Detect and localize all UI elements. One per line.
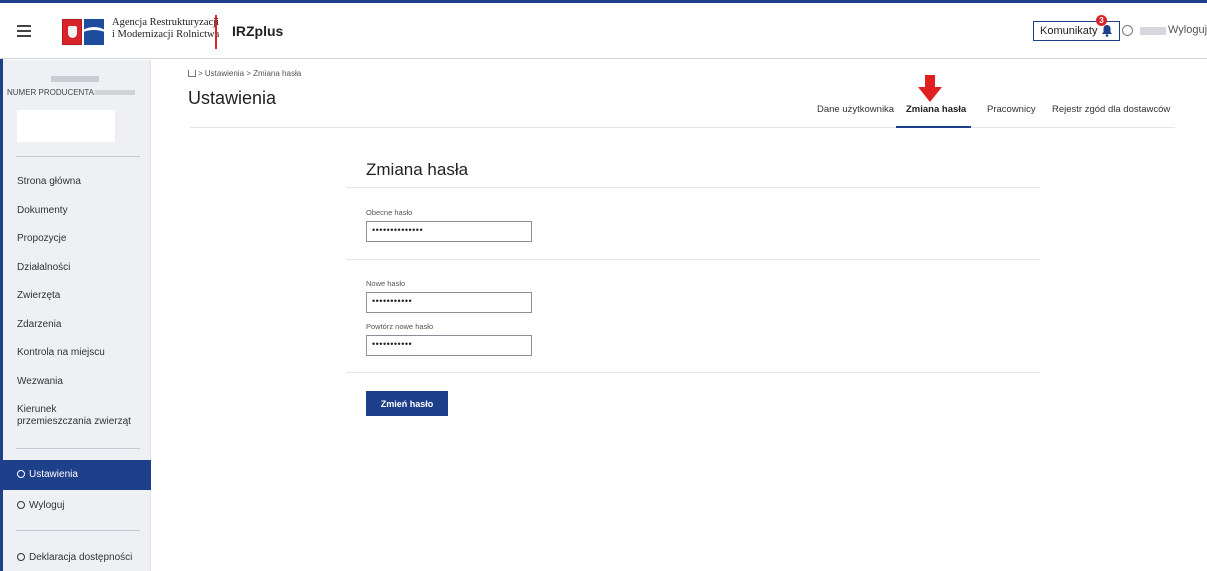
arimr-logo[interactable]	[62, 19, 104, 47]
sidebar-item-label: Ustawienia	[29, 469, 78, 480]
sidebar-divider	[16, 448, 140, 449]
top-header: Agencja Restrukturyzacji i Modernizacji …	[0, 3, 1207, 59]
eagle-emblem-icon	[62, 19, 82, 45]
sidebar-item-label: Deklaracja dostępności	[29, 552, 133, 563]
agency-name: Agencja Restrukturyzacji i Modernizacji …	[112, 17, 219, 41]
sidebar-divider	[16, 530, 140, 531]
home-icon[interactable]	[188, 70, 196, 77]
new-password-field[interactable]: •••••••••••	[366, 292, 532, 313]
komunikaty-button[interactable]: Komunikaty	[1033, 21, 1121, 41]
tab-dane-uzytkownika[interactable]: Dane użytkownika	[817, 104, 894, 115]
sidebar-item-strona-glowna[interactable]: Strona główna	[3, 176, 151, 188]
section-divider	[346, 259, 1040, 260]
header-logout-link[interactable]: Wyloguj	[1166, 24, 1207, 36]
section-divider	[346, 372, 1040, 373]
section-divider	[346, 187, 1040, 188]
accessibility-icon	[17, 553, 25, 561]
tab-rejestr-zgod[interactable]: Rejestr zgód dla dostawców	[1052, 104, 1170, 115]
komunikaty-label: Komunikaty	[1040, 25, 1098, 37]
tab-pracownicy[interactable]: Pracownicy	[987, 104, 1036, 115]
repeat-password-label: Powtórz nowe hasło	[366, 322, 434, 331]
agency-name-line1: Agencja Restrukturyzacji	[112, 17, 219, 28]
notification-badge: 3	[1096, 15, 1107, 26]
sidebar-item-dzialalnosci[interactable]: Działalności	[3, 262, 151, 274]
menu-hamburger-icon[interactable]	[17, 25, 31, 37]
user-name-redacted	[51, 76, 99, 82]
sidebar-item-propozycje[interactable]: Propozycje	[3, 233, 151, 245]
header-divider	[215, 15, 217, 49]
app-frame	[0, 0, 1207, 571]
current-password-label: Obecne hasło	[366, 208, 413, 217]
breadcrumb: > Ustawienia > Zmiana hasła	[188, 69, 301, 78]
agency-name-line2: i Modernizacji Rolnictwa	[112, 29, 220, 40]
settings-tabs: Dane użytkownika Zmiana hasła Pracownicy…	[190, 96, 1175, 128]
sidebar-item-kontrola[interactable]: Kontrola na miejscu	[3, 347, 151, 359]
sidebar-item-label: Wyloguj	[29, 500, 65, 511]
producer-number-label: NUMER PRODUCENTA:	[7, 88, 97, 97]
repeat-password-field[interactable]: •••••••••••	[366, 335, 532, 356]
active-tab-indicator	[896, 126, 971, 128]
app-name: IRZplus	[232, 23, 284, 39]
breadcrumb-path[interactable]: > Ustawienia > Zmiana hasła	[198, 69, 301, 78]
user-icon	[1122, 25, 1133, 36]
new-password-label: Nowe hasło	[366, 279, 406, 288]
sidebar-divider	[16, 156, 140, 157]
sidebar: NUMER PRODUCENTA: Strona główna Dokument…	[3, 60, 151, 571]
user-icon	[17, 501, 25, 509]
sidebar-item-zwierzeta[interactable]: Zwierzęta	[3, 290, 151, 302]
sidebar-item-wezwania[interactable]: Wezwania	[3, 376, 151, 388]
arrow-down-icon	[918, 75, 942, 102]
tab-zmiana-hasla[interactable]: Zmiana hasła	[906, 104, 966, 115]
sidebar-item-wyloguj[interactable]: Wyloguj	[3, 500, 151, 512]
sidebar-item-kierunek[interactable]: Kierunek przemieszczania zwierząt	[3, 404, 133, 428]
bell-icon	[1102, 25, 1113, 37]
sidebar-item-ustawienia[interactable]: Ustawienia	[3, 460, 151, 490]
change-password-button[interactable]: Zmień hasło	[366, 391, 448, 416]
gear-icon	[17, 470, 25, 478]
sidebar-item-dokumenty[interactable]: Dokumenty	[3, 205, 151, 217]
producer-address-redacted	[17, 110, 115, 142]
sidebar-item-deklaracja[interactable]: Deklaracja dostępności	[3, 552, 151, 564]
producer-number-redacted	[95, 90, 135, 95]
arimr-emblem-icon	[84, 19, 104, 45]
current-password-field[interactable]: ••••••••••••••	[366, 221, 532, 242]
form-title: Zmiana hasła	[366, 160, 469, 179]
sidebar-item-zdarzenia[interactable]: Zdarzenia	[3, 319, 151, 331]
